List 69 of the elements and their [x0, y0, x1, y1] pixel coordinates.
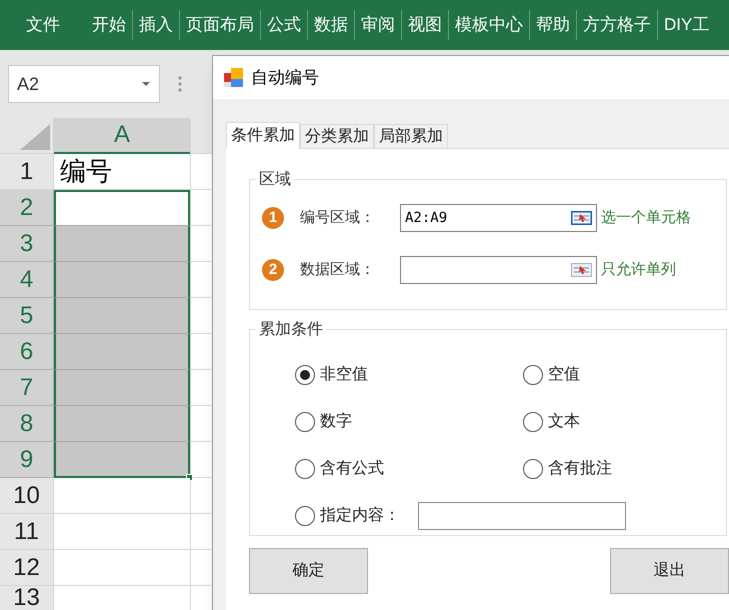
ribbon-tab[interactable]: 帮助: [529, 10, 576, 40]
row-header[interactable]: 8: [0, 406, 54, 442]
more-options-icon[interactable]: [178, 75, 182, 93]
dialog-button[interactable]: 确定: [249, 548, 368, 594]
radio-label[interactable]: 指定内容：: [320, 504, 400, 528]
row-header[interactable]: 12: [0, 550, 54, 586]
ribbon-tab[interactable]: 插入: [132, 10, 179, 40]
radio-label[interactable]: 文本: [548, 410, 580, 434]
table-cell[interactable]: [54, 442, 190, 478]
radio-button[interactable]: [523, 365, 543, 385]
name-box[interactable]: A2: [8, 65, 160, 103]
radio-label[interactable]: 非空值: [320, 363, 368, 387]
app-logo-icon: [223, 66, 245, 88]
field-label: 编号区域：: [300, 208, 376, 228]
dialog-tab[interactable]: 分类累加: [300, 124, 374, 148]
ribbon-tab[interactable]: 开始: [86, 10, 132, 40]
ribbon-tab[interactable]: 模板中心: [448, 10, 529, 40]
range-input-field[interactable]: A2:A9: [400, 204, 597, 232]
step-number-badge: 1: [262, 207, 284, 229]
range-picker-icon[interactable]: [571, 263, 592, 277]
row-header[interactable]: 5: [0, 298, 54, 334]
ribbon-tab[interactable]: 文件: [0, 12, 86, 38]
table-cell[interactable]: [54, 262, 190, 298]
dropdown-caret-icon: [141, 81, 151, 87]
row-header[interactable]: 9: [0, 442, 54, 478]
table-cell[interactable]: [54, 298, 190, 334]
dialog-button[interactable]: 退出: [610, 548, 729, 594]
field-label: 数据区域：: [300, 260, 376, 280]
row-header[interactable]: 6: [0, 334, 54, 370]
radio-label[interactable]: 数字: [320, 410, 352, 434]
radio-button[interactable]: [523, 459, 543, 479]
ribbon-tab[interactable]: DIY工: [657, 10, 716, 40]
range-input-field[interactable]: [400, 256, 597, 284]
row-header[interactable]: 4: [0, 262, 54, 298]
table-cell[interactable]: [54, 406, 190, 442]
radio-button[interactable]: [523, 412, 543, 432]
radio-label[interactable]: 空值: [548, 363, 580, 387]
ribbon-tab[interactable]: 页面布局: [179, 10, 260, 40]
field-hint: 选一个单元格: [601, 208, 691, 228]
row-header[interactable]: 11: [0, 514, 54, 550]
radio-button[interactable]: [295, 412, 315, 432]
ribbon-tab[interactable]: 方方格子: [576, 10, 657, 40]
radio-button[interactable]: [295, 506, 315, 526]
ribbon-tab[interactable]: 审阅: [354, 10, 401, 40]
column-header[interactable]: A: [54, 118, 190, 154]
cell-reference: A2: [17, 72, 40, 96]
table-cell[interactable]: [54, 190, 190, 226]
table-cell[interactable]: [54, 370, 190, 406]
ribbon-tab[interactable]: 公式: [260, 10, 307, 40]
dialog-tab[interactable]: 局部累加: [374, 124, 448, 148]
row-header[interactable]: 1: [0, 154, 54, 190]
window-title: 自动编号: [251, 66, 319, 89]
row-header[interactable]: 7: [0, 370, 54, 406]
radio-label[interactable]: 含有公式: [320, 457, 384, 481]
step-number-badge: 2: [262, 259, 284, 281]
table-cell[interactable]: [54, 226, 190, 262]
ribbon-tab[interactable]: 数据: [307, 10, 354, 40]
table-cell[interactable]: [54, 334, 190, 370]
dialog-tab[interactable]: 条件累加: [226, 122, 300, 149]
text-input-field[interactable]: [418, 502, 626, 530]
row-header[interactable]: 2: [0, 190, 54, 226]
radio-label[interactable]: 含有批注: [548, 457, 612, 481]
field-hint: 只允许单列: [601, 260, 676, 280]
radio-button[interactable]: [295, 365, 315, 385]
ribbon-tab[interactable]: 视图: [401, 10, 448, 40]
range-picker-icon[interactable]: [571, 211, 592, 225]
row-header[interactable]: 10: [0, 478, 54, 514]
row-header[interactable]: 3: [0, 226, 54, 262]
radio-button[interactable]: [295, 459, 315, 479]
